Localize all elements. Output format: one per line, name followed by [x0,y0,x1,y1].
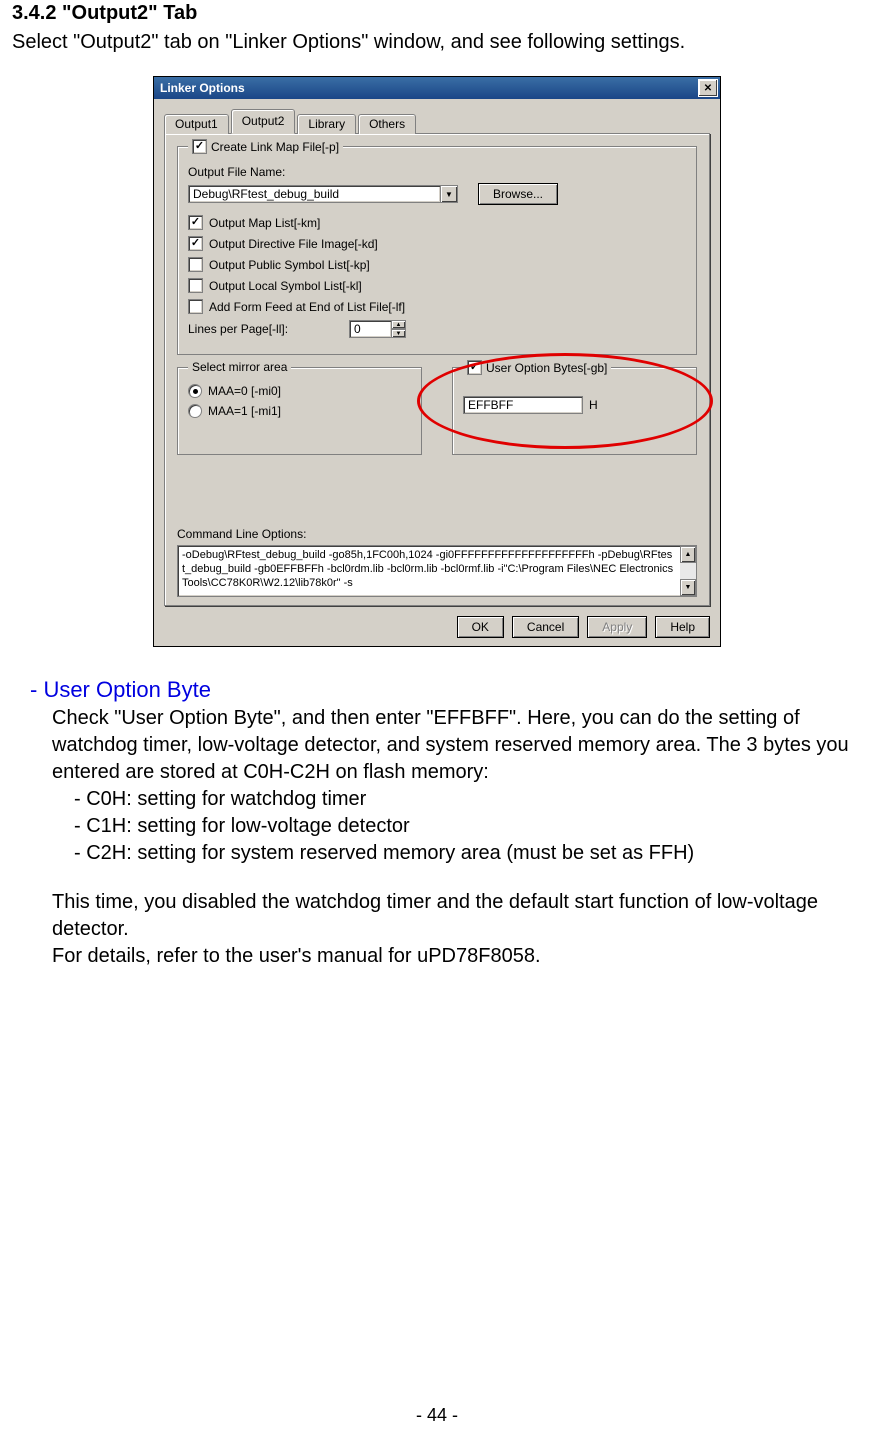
explain-p1: Check "User Option Byte", and then enter… [52,705,862,786]
chevron-down-icon[interactable]: ▼ [440,185,458,203]
explain-b2: - C1H: setting for low-voltage detector [74,813,862,840]
opt-output-public-symbol[interactable]: Output Public Symbol List[-kp] [188,257,686,272]
legend-link-map-label: Create Link Map File[-p] [211,140,339,154]
close-icon[interactable]: ✕ [698,79,718,97]
legend-user-option-label: User Option Bytes[-gb] [486,361,607,375]
explain-b3: - C2H: setting for system reserved memor… [74,840,862,867]
group-mirror-area: Select mirror area MAA=0 [-mi0] MAA=1 [-… [177,367,422,455]
ok-button[interactable]: OK [457,616,504,638]
legend-user-option[interactable]: User Option Bytes[-gb] [463,360,611,375]
radio-maa1-row[interactable]: MAA=1 [-mi1] [188,404,411,418]
opt-output-map-list[interactable]: Output Map List[-km] [188,215,686,230]
checkbox-output-directive-image[interactable] [188,236,203,251]
section-heading: 3.4.2 "Output2" Tab [12,2,862,25]
spin-up-icon[interactable]: ▲ [391,320,406,329]
checkbox-output-map-list[interactable] [188,215,203,230]
radio-maa1[interactable] [188,404,202,418]
hex-suffix: H [589,398,598,412]
browse-button[interactable]: Browse... [478,183,558,205]
tab-library[interactable]: Library [297,114,356,134]
tab-panel-output2: Create Link Map File[-p] Output File Nam… [164,133,710,606]
lines-per-page-spinner[interactable]: ▲ ▼ [349,320,406,338]
checkbox-output-public-symbol[interactable] [188,257,203,272]
scroll-up-icon[interactable]: ▲ [680,546,696,563]
spin-down-icon[interactable]: ▼ [391,329,406,338]
opt-label: Output Local Symbol List[-kl] [209,279,362,293]
radio-label: MAA=1 [-mi1] [208,404,281,418]
radio-label: MAA=0 [-mi0] [208,384,281,398]
cmdline-textarea[interactable]: -oDebug\RFtest_debug_build -go85h,1FC00h… [177,545,697,597]
scroll-down-icon[interactable]: ▼ [680,579,696,596]
output-file-input[interactable] [188,185,440,203]
lines-per-page-input[interactable] [349,320,391,338]
opt-label: Output Public Symbol List[-kp] [209,258,370,272]
checkbox-user-option-bytes[interactable] [467,360,482,375]
legend-mirror: Select mirror area [188,360,291,374]
tab-output2[interactable]: Output2 [231,109,296,134]
tab-strip: Output1 Output2 Library Others [164,109,710,134]
opt-output-local-symbol[interactable]: Output Local Symbol List[-kl] [188,278,686,293]
opt-label: Output Directive File Image[-kd] [209,237,378,251]
legend-link-map[interactable]: Create Link Map File[-p] [188,139,343,154]
tab-output1[interactable]: Output1 [164,114,229,134]
checkbox-create-link-map[interactable] [192,139,207,154]
explain-b1: - C0H: setting for watchdog timer [74,786,862,813]
checkbox-output-local-symbol[interactable] [188,278,203,293]
cancel-button[interactable]: Cancel [512,616,579,638]
help-button[interactable]: Help [655,616,710,638]
output-file-label: Output File Name: [188,165,686,179]
cmdline-label: Command Line Options: [177,527,697,541]
user-option-bytes-input[interactable] [463,396,583,414]
group-user-option-bytes: User Option Bytes[-gb] H [452,367,697,455]
page-number: - 44 - [0,1405,874,1426]
dialog-title: Linker Options [160,81,698,95]
output-file-combo[interactable]: ▼ [188,185,458,203]
opt-add-form-feed[interactable]: Add Form Feed at End of List File[-lf] [188,299,686,314]
explain-p3: For details, refer to the user's manual … [52,943,862,970]
lines-per-page-label: Lines per Page[-ll]: [188,322,343,336]
scrollbar[interactable]: ▲ ▼ [680,546,696,596]
group-link-map: Create Link Map File[-p] Output File Nam… [177,146,697,355]
cmdline-textarea-wrap: -oDebug\RFtest_debug_build -go85h,1FC00h… [177,545,697,597]
radio-maa0-row[interactable]: MAA=0 [-mi0] [188,384,411,398]
tab-others[interactable]: Others [358,114,416,134]
radio-maa0[interactable] [188,384,202,398]
opt-label: Output Map List[-km] [209,216,320,230]
explanation-block: - User Option Byte Check "User Option By… [12,675,862,970]
dialog-button-row: OK Cancel Apply Help [164,606,710,640]
opt-label: Add Form Feed at End of List File[-lf] [209,300,405,314]
user-option-byte-heading: - User Option Byte [30,675,862,705]
linker-options-dialog: Linker Options ✕ Output1 Output2 Library… [153,76,721,647]
opt-output-directive-image[interactable]: Output Directive File Image[-kd] [188,236,686,251]
dialog-titlebar: Linker Options ✕ [154,77,720,99]
apply-button[interactable]: Apply [587,616,647,638]
intro-text: Select "Output2" tab on "Linker Options"… [12,31,862,54]
explain-p2: This time, you disabled the watchdog tim… [52,889,862,943]
checkbox-add-form-feed[interactable] [188,299,203,314]
